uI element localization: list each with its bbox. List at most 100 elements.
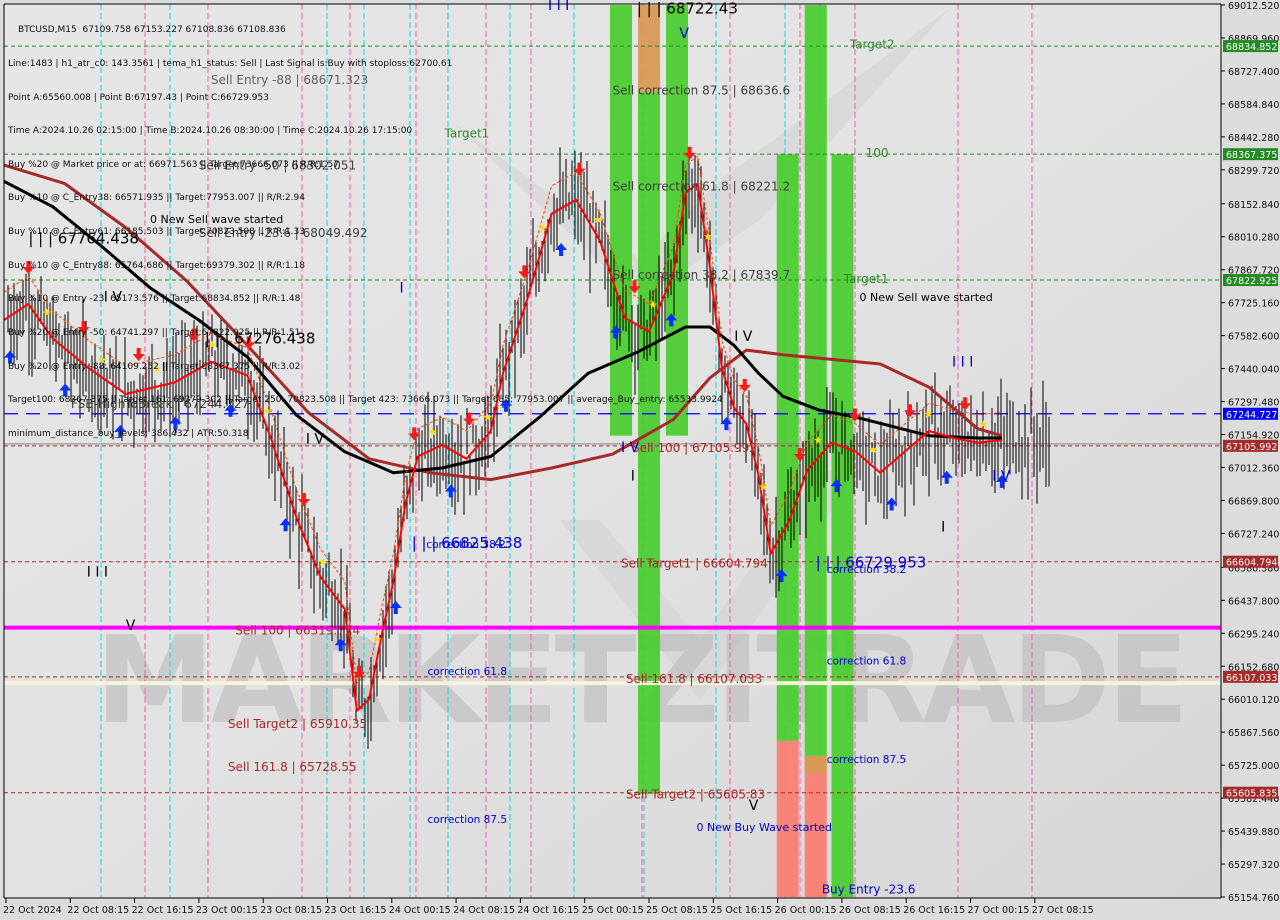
chart-annotation: | | | 67764.438: [28, 230, 139, 248]
wave-label: I: [941, 520, 945, 536]
chart-annotation: correction 87.5: [827, 754, 906, 766]
price-badge-label: 67105.992: [1226, 442, 1277, 453]
wave-label: I V: [306, 432, 325, 448]
chart-annotation: Sell 100 | 67105.992: [632, 441, 757, 455]
x-tick-label: 23 Oct 00:15: [196, 905, 258, 916]
x-tick-label: 23 Oct 16:15: [325, 905, 387, 916]
x-tick-label: 25 Oct 08:15: [646, 905, 708, 916]
price-badge-label: 68834.852: [1226, 42, 1277, 53]
chart-annotation: Target2: [849, 37, 895, 51]
x-tick-label: 24 Oct 00:15: [389, 905, 451, 916]
price-badge-label: 68367.375: [1226, 150, 1277, 161]
y-tick-label: 68584.840: [1228, 100, 1279, 111]
star-icon: ★: [703, 230, 713, 243]
chart-annotation: 100: [866, 146, 889, 160]
y-tick-label: 66869.800: [1228, 496, 1279, 507]
price-badge-label: 66107.033: [1226, 673, 1277, 684]
chart-annotation: Buy Entry -23.6: [822, 882, 916, 896]
y-tick-label: 68152.840: [1228, 200, 1279, 211]
star-icon: ★: [483, 411, 493, 424]
star-icon: ★: [813, 434, 823, 447]
price-chart[interactable]: MARKETZITRADE ★★★★★★★★★★★★★★★★★★ Sell En…: [0, 0, 1280, 920]
price-badge-label: 65605.835: [1226, 789, 1277, 800]
chart-annotation: Sell correction 87.5 | 68636.6: [613, 84, 791, 98]
y-tick-label: 66010.120: [1228, 695, 1279, 706]
star-icon: ★: [648, 299, 658, 312]
chart-annotation: FSB-HighToBreak | 67244.727: [71, 397, 249, 411]
chart-annotation: 0 New Sell wave started: [150, 213, 283, 226]
price-badges: 68834.852 68367.375 67822.925 67244.727 6710…: [1223, 40, 1278, 800]
x-tick-label: 26 Oct 16:15: [903, 905, 965, 916]
chart-annotation: Target1: [843, 272, 889, 286]
time-axis[interactable]: 22 Oct 2024 22 Oct 08:15 22 Oct 16:15 23 Oc…: [3, 898, 1094, 916]
x-tick-label: 25 Oct 16:15: [710, 905, 772, 916]
wave-label: I V: [104, 290, 123, 306]
chart-annotation: Sell 100 | 66319.774: [235, 624, 360, 638]
x-tick-label: 22 Oct 08:15: [67, 905, 129, 916]
star-icon: ★: [262, 404, 272, 417]
wave-label: I I I: [548, 0, 569, 14]
wave-label: I V: [621, 440, 640, 456]
price-badge-label: 67822.925: [1226, 276, 1277, 287]
chart-annotation: Sell correction 61.8 | 68221.2: [613, 180, 791, 194]
price-badge-label: 66604.794: [1226, 558, 1277, 569]
star-icon: ★: [42, 306, 52, 319]
wave-label: I: [631, 469, 635, 485]
chart-annotation: Sell Entry -50 | 68302.051: [199, 158, 356, 172]
chart-annotation: correction 38.2: [827, 564, 906, 576]
chart-annotation: 0 New Sell wave started: [860, 291, 993, 304]
star-icon: ★: [97, 354, 107, 367]
wave-label: I V: [734, 329, 753, 345]
y-tick-label: 65725.000: [1228, 761, 1279, 772]
star-icon: ★: [538, 221, 548, 234]
x-tick-label: 22 Oct 2024: [3, 905, 62, 916]
zone-bar: [831, 154, 854, 898]
star-icon: ★: [758, 480, 768, 493]
chart-annotation: Sell Entry -23.6 | 68049.492: [199, 226, 368, 240]
wave-label: I I I: [952, 354, 973, 370]
y-tick-label: 65867.560: [1228, 728, 1279, 739]
star-icon: ★: [317, 555, 327, 568]
y-tick-label: 67582.600: [1228, 332, 1279, 343]
y-tick-label: 67725.160: [1228, 299, 1279, 310]
zone-bar: [804, 5, 827, 756]
x-tick-label: 23 Oct 08:15: [260, 905, 322, 916]
x-tick-label: 27 Oct 08:15: [1032, 905, 1094, 916]
chart-annotation: | | | 67276.438: [205, 330, 316, 348]
x-tick-label: 26 Oct 08:15: [839, 905, 901, 916]
chart-annotation: Sell Target2 | 65605.83: [626, 788, 765, 802]
star-icon: ★: [152, 363, 162, 376]
chart-annotation: correction 61.8: [827, 656, 906, 668]
star-icon: ★: [593, 213, 603, 226]
x-tick-label: 27 Oct 00:15: [968, 905, 1030, 916]
zone-bar: [610, 5, 633, 436]
y-tick-label: 65439.880: [1228, 827, 1279, 838]
zone-bar: [776, 740, 799, 898]
chart-annotation: Sell Target1 | 66604.794: [621, 556, 768, 570]
y-tick-label: 66437.800: [1228, 596, 1279, 607]
wave-label: V: [749, 798, 759, 814]
y-tick-label: 68010.280: [1228, 233, 1279, 244]
x-tick-label: 25 Oct 00:15: [582, 905, 644, 916]
chart-annotation: | | | 68722.43: [637, 0, 738, 18]
zone-bar: [776, 154, 799, 741]
chart-annotation: Sell Entry -88 | 68671.323: [211, 73, 368, 87]
star-icon: ★: [428, 426, 438, 439]
chart-annotation: Sell 161.8 | 65728.55: [228, 760, 357, 774]
chart-annotation: Sell correction 38.2 | 67839.7: [613, 268, 791, 282]
chart-annotation: Sell Target2 | 65910.35: [228, 717, 367, 731]
price-badge-label: 67244.727: [1226, 410, 1277, 421]
y-tick-label: 68299.720: [1228, 166, 1279, 177]
y-tick-label: 65297.320: [1228, 860, 1279, 871]
star-icon: ★: [979, 418, 989, 431]
wave-label: V: [126, 618, 136, 634]
star-icon: ★: [372, 633, 382, 646]
x-tick-label: 24 Oct 08:15: [453, 905, 515, 916]
wave-label: I: [400, 280, 404, 296]
wave-label: I V: [992, 469, 1011, 485]
chart-annotation: Target1: [444, 126, 490, 140]
y-tick-label: 65154.760: [1228, 893, 1279, 904]
chart-annotation: correction 87.5: [428, 814, 507, 826]
zone-bar: [804, 755, 827, 774]
star-icon: ★: [868, 443, 878, 456]
